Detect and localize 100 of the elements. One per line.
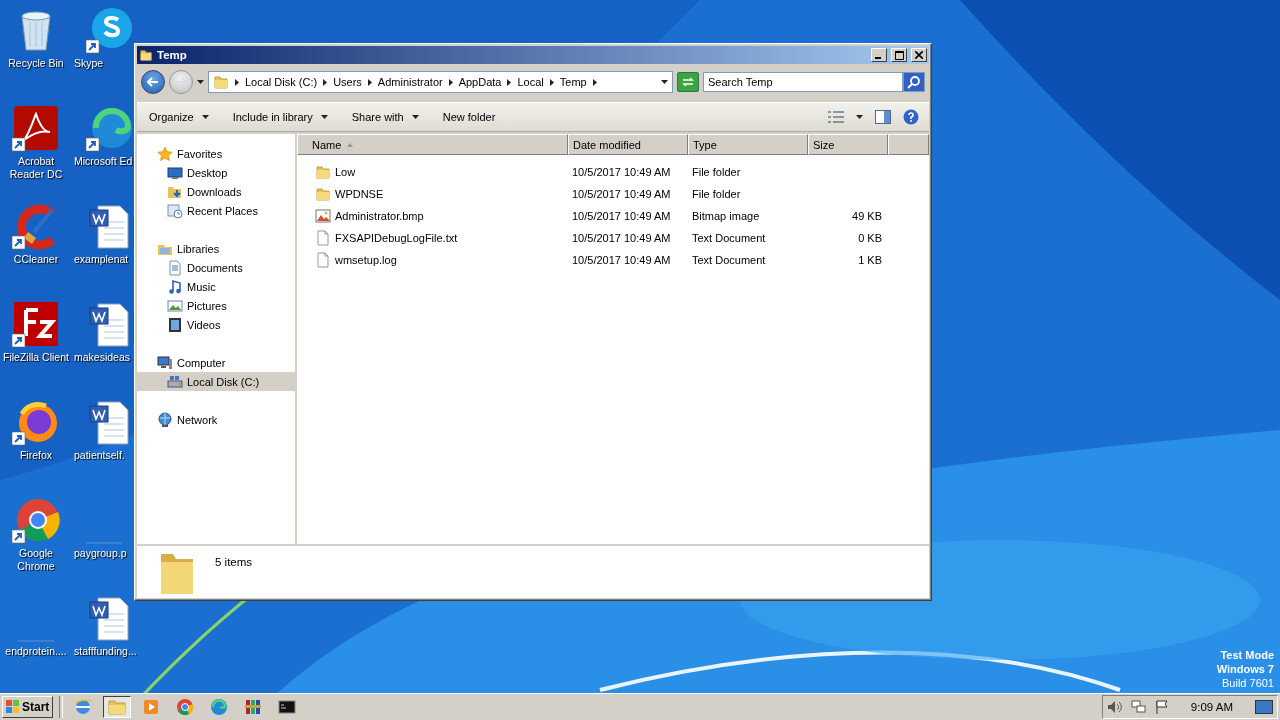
computer-icon [157, 354, 173, 371]
size-cell-text: 49 KB [851, 210, 883, 222]
file-name-cell[interactable]: FXSAPIDebugLogFile.txt [297, 230, 568, 246]
system-notice: Windows 7 [1216, 662, 1274, 676]
column-header[interactable]: Date modified [568, 134, 688, 155]
item-count: 5 items [215, 556, 253, 568]
folder-icon [315, 164, 331, 180]
chevron-icon [323, 78, 328, 86]
size-cell-text: 1 KB [857, 254, 883, 266]
breadcrumb[interactable]: Local [517, 76, 544, 88]
globe-icon [74, 698, 93, 716]
shortcut-line-icon [86, 542, 122, 544]
chevron-icon [448, 78, 453, 86]
taskbar-app[interactable] [103, 696, 132, 718]
flag-icon[interactable] [1154, 700, 1169, 714]
filezilla-icon [12, 300, 60, 348]
size-cell-text: 0 KB [857, 232, 883, 244]
toolbar-button[interactable]: Include in library [230, 109, 330, 125]
breadcrumb[interactable]: Temp [559, 76, 587, 88]
nav-item[interactable]: Computer [137, 353, 295, 372]
type-cell-text: Bitmap image [691, 210, 761, 222]
toolbar-button[interactable]: Share with [349, 109, 421, 125]
acrobat-icon [12, 104, 60, 152]
desktop-icon-label[interactable]: Google Chrome [0, 547, 72, 573]
date-cell-text: 10/5/2017 10:49 AM [571, 232, 672, 244]
show-desktop-icon[interactable] [1255, 700, 1273, 714]
back-button[interactable] [141, 70, 165, 94]
desktop-icon-label[interactable]: patientself. [74, 449, 125, 462]
media-player-icon [142, 698, 161, 716]
file-name-cell[interactable]: WPDNSE [297, 186, 568, 202]
view-caret-icon [856, 115, 863, 119]
nav-item[interactable]: Favorites [137, 144, 295, 163]
desktop-icon-label[interactable]: Microsoft Ed [74, 155, 133, 168]
forward-arrow-icon [175, 77, 187, 87]
column-header[interactable]: Name [297, 134, 568, 155]
clock[interactable]: 9:09 AM [1190, 701, 1233, 713]
breadcrumb[interactable]: AppData [458, 76, 502, 88]
file-name-cell[interactable]: Administrator.bmp [297, 208, 568, 224]
date-cell-text: 10/5/2017 10:49 AM [571, 188, 672, 200]
file-name-cell[interactable]: Low [297, 164, 568, 180]
desktop-icon-label[interactable]: makesideas [74, 351, 131, 364]
nav-item[interactable]: Network [137, 410, 295, 429]
desktop-icon-label[interactable]: Recycle Bin [8, 57, 64, 70]
chevron-icon [367, 78, 372, 86]
desktop-icon-label[interactable]: Firefox [19, 449, 53, 462]
preview-pane-icon[interactable] [875, 110, 891, 124]
desktop-icon-label[interactable]: stafffunding... [74, 645, 137, 658]
desktop-icon-label[interactable]: Skype [74, 57, 104, 70]
toolbar-button[interactable]: Organize [147, 109, 211, 125]
search-field[interactable]: Search Temp [703, 72, 903, 92]
speaker-icon[interactable] [1106, 700, 1123, 714]
network-icon[interactable] [1130, 700, 1147, 714]
desktop-icon-label[interactable]: paygroup.p [74, 547, 127, 560]
date-cell-text: 10/5/2017 10:49 AM [571, 210, 672, 222]
star-icon [157, 145, 173, 162]
help-icon[interactable] [903, 109, 919, 125]
breadcrumb[interactable]: Administrator [377, 76, 443, 88]
nav-item[interactable]: Desktop [137, 163, 295, 182]
system-notice: Build 7601 [1222, 676, 1274, 690]
address-bar[interactable]: Local Disk (C:) Users Administrator AppData Local Temp [208, 71, 673, 93]
refresh-button[interactable] [677, 72, 699, 92]
desktop-icon-label[interactable]: CCleaner [13, 253, 59, 266]
file-name-cell[interactable]: wmsetup.log [297, 252, 568, 268]
minimize-button[interactable] [871, 48, 887, 62]
search-icon [907, 75, 921, 89]
maximize-button[interactable] [891, 48, 907, 62]
edge-icon [210, 698, 229, 716]
desktop-icon [167, 164, 183, 181]
music-icon [167, 278, 183, 295]
desktop-icon-label[interactable]: FileZilla Client [3, 351, 69, 364]
system-notice: Test Mode [1220, 648, 1274, 662]
nav-item[interactable]: Downloads [137, 182, 295, 201]
nav-item[interactable]: Local Disk (C:) [137, 372, 295, 391]
nav-item[interactable]: Music [137, 277, 295, 296]
desktop-icon-label[interactable]: endprotein.... [5, 645, 67, 658]
breadcrumb[interactable]: Local Disk (C:) [245, 76, 318, 88]
close-button[interactable] [911, 48, 927, 62]
date-cell-text: 10/5/2017 10:49 AM [571, 166, 672, 178]
nav-item[interactable]: Libraries [137, 239, 295, 258]
search-button[interactable] [903, 72, 925, 92]
type-cell-text: Text Document [691, 254, 767, 266]
pictures-icon [167, 297, 183, 314]
back-arrow-icon [147, 77, 159, 87]
toolbar-button[interactable]: New folder [440, 109, 498, 125]
desktop-icon-label[interactable]: examplenat [74, 253, 129, 266]
chevron-icon [507, 78, 512, 86]
start-button[interactable]: Start [2, 696, 54, 718]
column-header[interactable]: Type [688, 134, 808, 155]
nav-item[interactable]: Recent Places [137, 201, 295, 220]
nav-item[interactable]: Documents [137, 258, 295, 277]
breadcrumb[interactable]: Users [333, 76, 362, 88]
folder-icon [108, 698, 127, 716]
view-list-icon[interactable] [828, 111, 844, 123]
desktop-icon-label[interactable]: Acrobat Reader DC [0, 155, 72, 181]
maximize-icon [894, 50, 904, 60]
history-caret-icon [197, 80, 204, 84]
chevron-icon [592, 78, 597, 86]
nav-item[interactable]: Pictures [137, 296, 295, 315]
nav-item[interactable]: Videos [137, 315, 295, 334]
column-header[interactable]: Size [808, 134, 888, 155]
